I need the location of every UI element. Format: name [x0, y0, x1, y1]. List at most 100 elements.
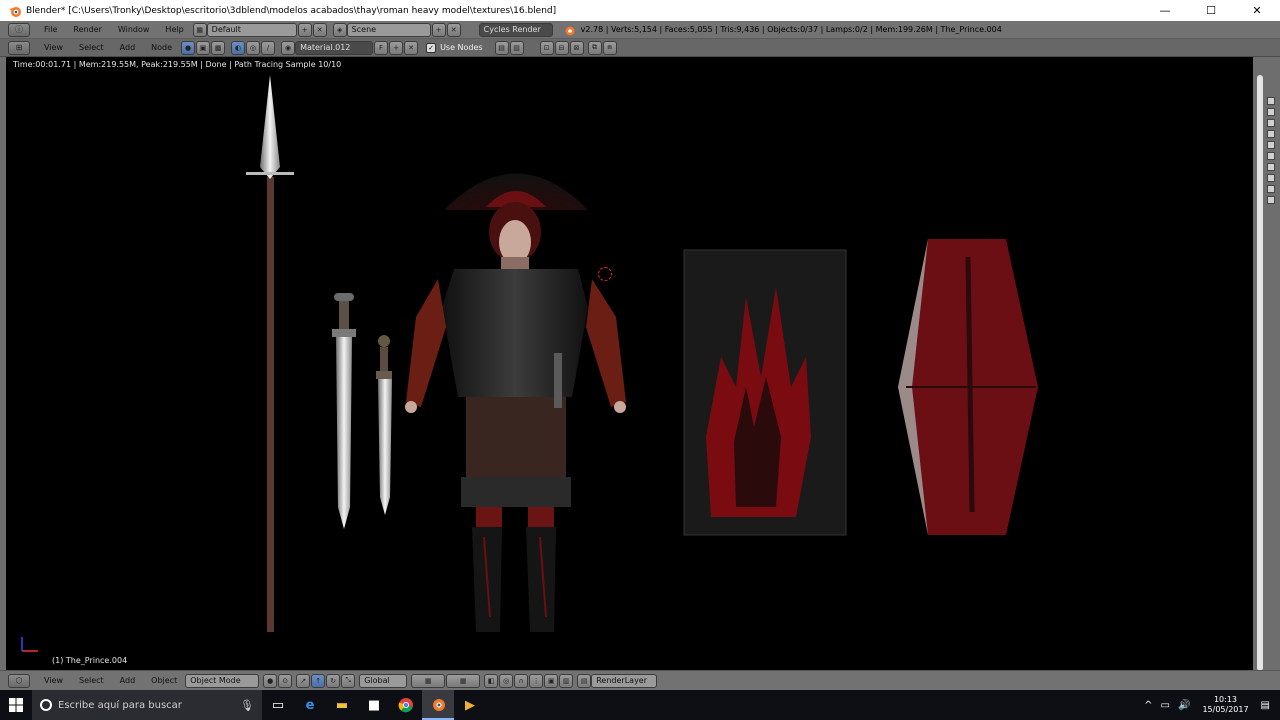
- opengl-render-button[interactable]: ▣: [544, 673, 559, 688]
- taskbar-clock[interactable]: 10:13 15/05/2017: [1202, 695, 1248, 715]
- render-engine-dropdown[interactable]: Cycles Render: [478, 22, 553, 37]
- menu-select[interactable]: Select: [71, 43, 112, 52]
- material-add-button[interactable]: +: [389, 40, 404, 55]
- backdrop-button[interactable]: ▤: [494, 40, 509, 55]
- compositing-nodes-button[interactable]: ▣: [196, 40, 211, 55]
- layout-add-button[interactable]: +: [297, 22, 312, 37]
- render-layer-browse[interactable]: ▤: [577, 673, 592, 688]
- search-icon: [40, 699, 52, 711]
- menu-add-3d[interactable]: Add: [112, 676, 144, 685]
- blender-taskbar-icon[interactable]: [422, 690, 454, 720]
- backdrop-alt-button[interactable]: ▥: [509, 40, 524, 55]
- snap-button-3d[interactable]: ∩: [514, 673, 529, 688]
- menu-window[interactable]: Window: [110, 25, 158, 34]
- texture-nodes-button[interactable]: ▩: [211, 40, 226, 55]
- close-button[interactable]: ✕: [1234, 0, 1280, 21]
- tool-icon[interactable]: [1267, 163, 1275, 171]
- scene-browse-button[interactable]: ◈: [332, 22, 347, 37]
- tool-icon[interactable]: [1267, 185, 1275, 193]
- scutum-flame-shield: [683, 249, 847, 536]
- tool-icon[interactable]: [1267, 141, 1275, 149]
- opengl-anim-button[interactable]: ▥: [559, 673, 574, 688]
- menu-node[interactable]: Node: [143, 43, 180, 52]
- menu-view[interactable]: View: [36, 43, 71, 52]
- window-title: Blender* [C:\Users\Tronky\Desktop\escrit…: [26, 5, 557, 16]
- object-shader-button[interactable]: ◐: [231, 40, 246, 55]
- tool-icon[interactable]: [1267, 108, 1275, 116]
- interaction-mode-dropdown[interactable]: Object Mode: [185, 673, 260, 688]
- volume-icon[interactable]: 🔊: [1178, 700, 1190, 711]
- tool-icon[interactable]: [1267, 130, 1275, 138]
- node-editor-backdrop-viewport[interactable]: Time:00:01.71 | Mem:219.55M, Peak:219.55…: [6, 57, 1253, 670]
- material-name-field[interactable]: Material.012: [295, 40, 374, 55]
- menu-object[interactable]: Object: [143, 676, 185, 685]
- media-player-icon[interactable]: ▶: [454, 690, 486, 720]
- snap-toggle-button[interactable]: ⊡: [539, 40, 554, 55]
- rotate-manipulator-button[interactable]: ↻: [326, 673, 341, 688]
- system-tray: ^ ▭ 🔊 10:13 15/05/2017 ▤: [1140, 690, 1280, 720]
- tool-shelf-icons: [1267, 97, 1275, 207]
- layout-browse-button[interactable]: ▦: [192, 22, 207, 37]
- fake-user-button[interactable]: F: [374, 40, 389, 55]
- shader-nodes-button[interactable]: ●: [181, 40, 196, 55]
- layers-grid-a[interactable]: ▦: [411, 673, 446, 688]
- lock-camera-button[interactable]: ◧: [484, 673, 499, 688]
- menu-select-3d[interactable]: Select: [71, 676, 112, 685]
- viewport-shading-button[interactable]: ●: [263, 673, 278, 688]
- tool-icon[interactable]: [1267, 97, 1275, 105]
- task-view-icon[interactable]: ▭: [262, 690, 294, 720]
- tool-icon[interactable]: [1267, 174, 1275, 182]
- view3d-editor-type-button[interactable]: ⬡: [8, 673, 30, 688]
- minimize-button[interactable]: —: [1142, 0, 1188, 21]
- translate-manipulator-button[interactable]: ↑: [311, 673, 326, 688]
- axis-gizmo-icon: [21, 637, 38, 652]
- layers-grid-b[interactable]: ▦: [446, 673, 481, 688]
- render-layer-field[interactable]: RenderLayer: [591, 673, 658, 688]
- manipulator-toggle-button[interactable]: ↗: [296, 673, 311, 688]
- tool-icon[interactable]: [1267, 119, 1275, 127]
- tray-up-arrow-icon[interactable]: ^: [1144, 700, 1152, 711]
- taskbar-search-box[interactable]: Escribe aquí para buscar 🎙: [32, 690, 262, 720]
- linestyle-shader-button[interactable]: ∕: [261, 40, 276, 55]
- notification-icon[interactable]: ▤: [1261, 700, 1270, 711]
- world-shader-button[interactable]: ◎: [246, 40, 261, 55]
- transform-orientation-dropdown[interactable]: Global: [359, 673, 408, 688]
- layout-field[interactable]: Default: [206, 22, 297, 37]
- tool-icon[interactable]: [1267, 152, 1275, 160]
- copy-nodes-button[interactable]: ⧉: [587, 40, 602, 55]
- snap-element-button-3d[interactable]: ⋮: [529, 673, 544, 688]
- material-browse-button[interactable]: ◉: [281, 40, 296, 55]
- file-explorer-icon[interactable]: ▬: [326, 690, 358, 720]
- snap-element-button[interactable]: ⊟: [554, 40, 569, 55]
- menu-help[interactable]: Help: [157, 25, 191, 34]
- menu-view-3d[interactable]: View: [36, 676, 71, 685]
- edge-icon[interactable]: e: [294, 690, 326, 720]
- scene-add-button[interactable]: +: [431, 22, 446, 37]
- use-nodes-toggle[interactable]: ✓ Use Nodes: [426, 42, 483, 53]
- layout-remove-button[interactable]: ✕: [312, 22, 327, 37]
- microphone-icon[interactable]: 🎙: [240, 699, 254, 712]
- proportional-edit-button[interactable]: ◎: [499, 673, 514, 688]
- menu-add[interactable]: Add: [112, 43, 144, 52]
- pivot-point-button[interactable]: ⊙: [278, 673, 293, 688]
- start-button[interactable]: [0, 690, 32, 720]
- chrome-icon[interactable]: [390, 690, 422, 720]
- menu-file[interactable]: File: [36, 25, 65, 34]
- 3d-cursor-icon[interactable]: [598, 267, 612, 281]
- scale-manipulator-button[interactable]: ⤡: [341, 673, 356, 688]
- vertical-scrollbar[interactable]: [1257, 75, 1263, 671]
- network-icon[interactable]: ▭: [1161, 700, 1170, 711]
- brush-icon: ∕: [266, 43, 270, 52]
- menu-render[interactable]: Render: [65, 25, 109, 34]
- x-icon: ✕: [408, 43, 414, 52]
- store-icon[interactable]: ■: [358, 690, 390, 720]
- maximize-button[interactable]: ☐: [1188, 0, 1234, 21]
- material-remove-button[interactable]: ✕: [404, 40, 419, 55]
- editor-type-button[interactable]: ⓘ: [8, 22, 30, 37]
- node-editor-type-button[interactable]: ⊞: [8, 40, 30, 55]
- paste-nodes-button[interactable]: ⧈: [602, 40, 617, 55]
- snap-target-button[interactable]: ⊠: [569, 40, 584, 55]
- scene-field[interactable]: Scene: [346, 22, 431, 37]
- tool-icon[interactable]: [1267, 196, 1275, 204]
- scene-remove-button[interactable]: ✕: [446, 22, 461, 37]
